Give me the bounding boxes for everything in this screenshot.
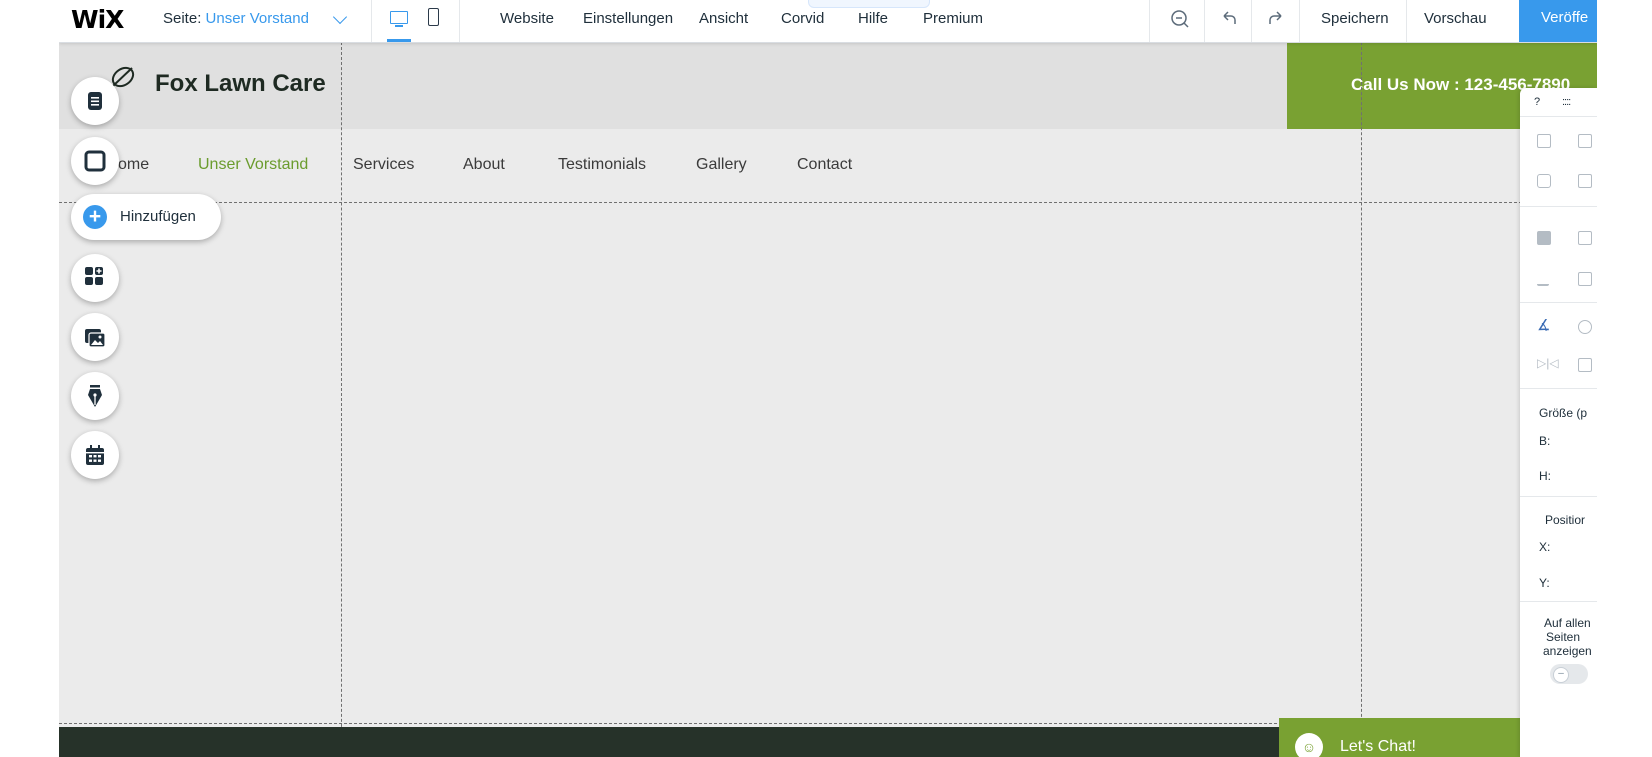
pages-icon xyxy=(88,92,102,110)
zoom-out-icon[interactable] xyxy=(1169,8,1191,30)
flip-vertical-icon[interactable] xyxy=(1578,358,1592,372)
site-brand-name[interactable]: Fox Lawn Care xyxy=(155,70,326,98)
site-nav-services[interactable]: Services xyxy=(353,156,414,174)
site-nav-contact[interactable]: Contact xyxy=(797,156,852,174)
site-nav-gallery[interactable]: Gallery xyxy=(696,156,747,174)
match-size-icon[interactable] xyxy=(1578,272,1592,286)
menu-view[interactable]: Ansicht xyxy=(699,10,748,27)
panel-divider xyxy=(1520,388,1597,389)
rotate-input[interactable] xyxy=(1578,320,1592,334)
add-elements-button[interactable]: + Hinzufügen xyxy=(71,194,221,240)
show-all-pages-label: Seiten xyxy=(1546,630,1581,644)
page-selector[interactable]: Seite: Unser Vorstand xyxy=(163,10,309,27)
editor-canvas[interactable]: Fox Lawn Care Call Us Now : 123-456-7890… xyxy=(59,42,1597,757)
chat-label: Let's Chat! xyxy=(1340,738,1416,755)
panel-divider xyxy=(1520,302,1597,303)
duplicate-icon[interactable] xyxy=(1537,174,1551,188)
media-button[interactable] xyxy=(71,313,119,361)
inspector-panel-header: ? :::: xyxy=(1520,88,1597,117)
mobile-view-icon[interactable] xyxy=(428,8,439,26)
align-icon[interactable] xyxy=(1578,231,1592,245)
page-selector-label: Seite: xyxy=(163,10,202,27)
site-nav-about[interactable]: About xyxy=(463,156,505,174)
wix-logo[interactable]: WiX xyxy=(71,5,124,34)
editor-window: WiX Seite: Unser Vorstand Website Einste… xyxy=(59,0,1597,757)
distribute-icon[interactable] xyxy=(1537,272,1549,286)
copy-icon[interactable] xyxy=(1537,134,1551,148)
inspector-panel: ? :::: ∡ ▷|◁ Größe (p B: H: Positior X: … xyxy=(1520,88,1597,757)
menu-premium[interactable]: Premium xyxy=(923,10,983,27)
toolbar-divider xyxy=(1204,0,1205,42)
size-section-label: Größe (p xyxy=(1539,406,1588,420)
header-boundary-guide xyxy=(59,202,1597,203)
panel-divider xyxy=(1520,601,1597,602)
y-label: Y: xyxy=(1539,576,1550,590)
chevron-down-icon[interactable] xyxy=(332,9,348,25)
apps-icon xyxy=(85,267,103,285)
right-gridline-guide xyxy=(1361,42,1362,757)
height-label: H: xyxy=(1539,469,1551,483)
site-nav-unser-vorstand[interactable]: Unser Vorstand xyxy=(198,156,308,174)
calendar-icon xyxy=(86,445,104,465)
width-label: B: xyxy=(1539,434,1551,448)
background-icon xyxy=(84,150,106,172)
show-on-all-pages-toggle[interactable]: – xyxy=(1550,664,1588,684)
redo-icon[interactable] xyxy=(1265,8,1287,30)
pen-nib-icon xyxy=(88,385,102,407)
site-nav-home[interactable]: ome xyxy=(118,156,149,174)
menu-settings[interactable]: Einstellungen xyxy=(583,10,673,27)
panel-divider xyxy=(1520,206,1597,207)
chat-icon: ☺ xyxy=(1295,733,1323,757)
desktop-view-icon[interactable] xyxy=(390,11,408,27)
site-nav-testimonials[interactable]: Testimonials xyxy=(558,156,646,174)
help-icon[interactable]: ? xyxy=(1534,96,1540,108)
page-selector-value: Unser Vorstand xyxy=(205,10,309,27)
save-button[interactable]: Speichern xyxy=(1321,10,1389,27)
blog-button[interactable] xyxy=(71,372,119,420)
add-elements-label: Hinzufügen xyxy=(120,208,196,225)
desktop-view-active-indicator xyxy=(387,39,411,42)
toolbar-divider xyxy=(1299,0,1300,42)
delete-icon[interactable] xyxy=(1578,174,1592,188)
lets-chat-button[interactable]: ☺ Let's Chat! xyxy=(1279,718,1539,757)
left-gridline-guide xyxy=(341,42,342,757)
toolbar-divider xyxy=(371,0,372,42)
flip-horizontal-icon[interactable]: ▷|◁ xyxy=(1537,356,1559,370)
x-label: X: xyxy=(1539,540,1551,554)
preview-button[interactable]: Vorschau xyxy=(1424,10,1487,27)
toolbar-divider xyxy=(1406,0,1407,42)
toolbar-divider xyxy=(1251,0,1252,42)
menu-website[interactable]: Website xyxy=(500,10,554,27)
menu-highlight xyxy=(808,0,930,8)
show-all-pages-label: Auf allen xyxy=(1544,616,1591,630)
undo-icon[interactable] xyxy=(1218,8,1240,30)
panel-divider xyxy=(1520,496,1597,497)
drag-handle-icon[interactable]: :::: xyxy=(1562,96,1571,108)
toolbar-divider xyxy=(1149,0,1150,42)
position-section-label: Positior xyxy=(1545,513,1586,527)
toolbar-divider xyxy=(459,0,460,42)
plus-icon: + xyxy=(83,205,107,229)
site-header[interactable]: Fox Lawn Care Call Us Now : 123-456-7890 xyxy=(59,42,1597,129)
editor-top-bar: WiX Seite: Unser Vorstand Website Einste… xyxy=(59,0,1597,43)
show-all-pages-label: anzeigen xyxy=(1543,644,1592,658)
menu-help[interactable]: Hilfe xyxy=(858,10,888,27)
rotate-icon[interactable]: ∡ xyxy=(1537,316,1550,334)
publish-button[interactable]: Veröffe xyxy=(1519,0,1597,42)
menu-corvid[interactable]: Corvid xyxy=(781,10,824,27)
bookings-button[interactable] xyxy=(71,431,119,479)
media-icon xyxy=(85,329,106,348)
toggle-off-icon: – xyxy=(1553,667,1569,683)
arrange-icon[interactable] xyxy=(1537,231,1551,245)
background-button[interactable] xyxy=(71,137,119,185)
add-apps-button[interactable] xyxy=(71,254,119,302)
pages-menu-button[interactable] xyxy=(71,77,119,125)
paste-icon[interactable] xyxy=(1578,134,1592,148)
